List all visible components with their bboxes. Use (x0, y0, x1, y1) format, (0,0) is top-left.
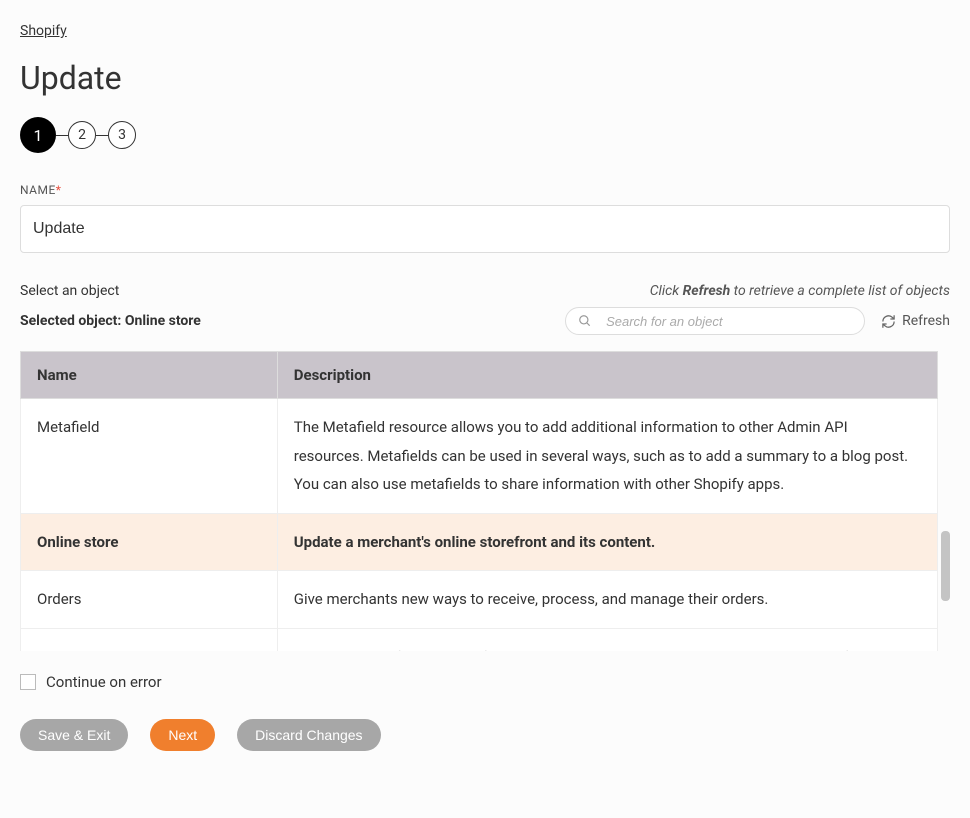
search-input[interactable] (606, 314, 852, 329)
stepper: 1 2 3 (20, 117, 950, 153)
col-header-description: Description (277, 352, 937, 399)
step-1[interactable]: 1 (20, 117, 56, 153)
step-connector (56, 135, 68, 136)
step-connector (96, 135, 108, 136)
scrollbar[interactable] (940, 401, 950, 651)
cell-description: Give merchants new ways to receive, proc… (277, 571, 937, 629)
scrollbar-thumb[interactable] (941, 531, 950, 601)
selected-object-label: Selected object: Online store (20, 313, 201, 329)
table-row[interactable]: Orders Give merchants new ways to receiv… (21, 571, 938, 629)
cell-description: Create custom functionality for high GMV… (277, 628, 937, 651)
cell-description: Update a merchant's online storefront an… (277, 513, 937, 571)
breadcrumb-shopify[interactable]: Shopify (20, 23, 67, 39)
name-field-label: NAME* (20, 183, 950, 197)
cell-name: Plus (21, 628, 278, 651)
cell-name: Orders (21, 571, 278, 629)
table-row[interactable]: Metafield The Metafield resource allows … (21, 399, 938, 514)
refresh-label: Refresh (902, 313, 950, 329)
col-header-name: Name (21, 352, 278, 399)
name-input[interactable] (20, 205, 950, 253)
cell-name: Metafield (21, 399, 278, 514)
select-object-label: Select an object (20, 283, 119, 299)
discard-button[interactable]: Discard Changes (237, 719, 380, 751)
cell-description: The Metafield resource allows you to add… (277, 399, 937, 514)
cell-name: Online store (21, 513, 278, 571)
refresh-hint: Click Refresh to retrieve a complete lis… (650, 283, 950, 299)
search-box[interactable] (565, 307, 865, 335)
object-table-container: Name Description Metafield The Metafield… (20, 351, 950, 651)
continue-on-error-label: Continue on error (46, 673, 162, 691)
continue-on-error-checkbox[interactable] (20, 674, 36, 690)
required-mark: * (56, 183, 62, 197)
step-3[interactable]: 3 (108, 121, 136, 149)
object-table: Name Description Metafield The Metafield… (20, 351, 938, 651)
next-button[interactable]: Next (150, 719, 215, 751)
refresh-button[interactable]: Refresh (881, 313, 950, 329)
refresh-icon (881, 314, 896, 329)
search-icon (578, 314, 592, 328)
save-exit-button[interactable]: Save & Exit (20, 719, 128, 751)
table-row[interactable]: Online store Update a merchant's online … (21, 513, 938, 571)
page-title: Update (20, 59, 950, 97)
table-row[interactable]: Plus Create custom functionality for hig… (21, 628, 938, 651)
step-2[interactable]: 2 (68, 121, 96, 149)
